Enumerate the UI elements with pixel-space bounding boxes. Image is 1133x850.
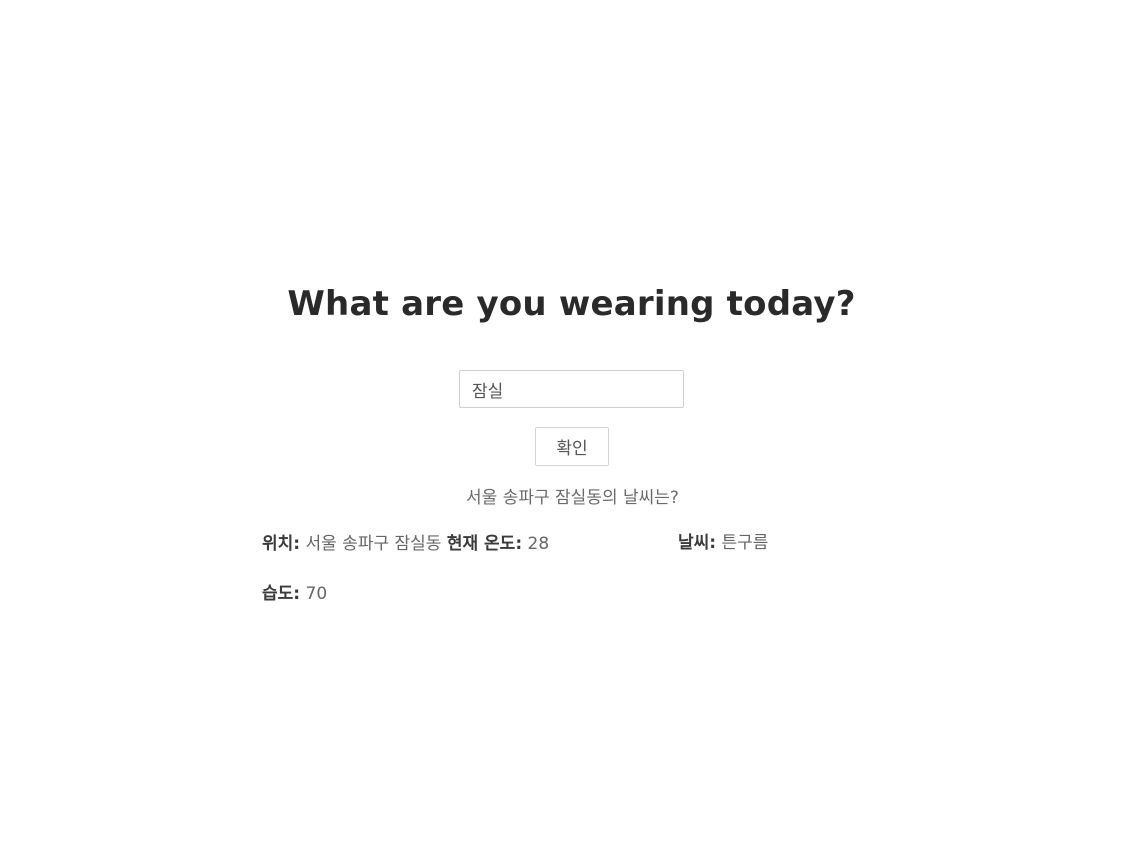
- page: What are you wearing today? 확인 서울 송파구 잠실…: [0, 0, 1133, 850]
- weather-row: 날씨: 튼구름: [678, 531, 768, 555]
- confirm-button[interactable]: 확인: [535, 427, 609, 466]
- humidity-row: 습도: 70: [262, 582, 327, 606]
- location-label: 위치:: [262, 534, 301, 554]
- temperature-value: 28: [527, 534, 550, 554]
- humidity-label: 습도:: [262, 584, 301, 604]
- weather-question-text: 서울 송파구 잠실동의 날씨는?: [466, 488, 679, 508]
- weather-value: 튼구름: [721, 533, 769, 553]
- location-temperature-row: 위치: 서울 송파구 잠실동 현재 온도: 28: [262, 532, 549, 556]
- humidity-value: 70: [305, 584, 328, 604]
- location-search-input[interactable]: [459, 370, 684, 408]
- location-value: 서울 송파구 잠실동: [305, 534, 442, 554]
- temperature-label: 현재 온도:: [446, 534, 523, 554]
- page-title: What are you wearing today?: [287, 284, 856, 324]
- weather-label: 날씨:: [678, 533, 717, 553]
